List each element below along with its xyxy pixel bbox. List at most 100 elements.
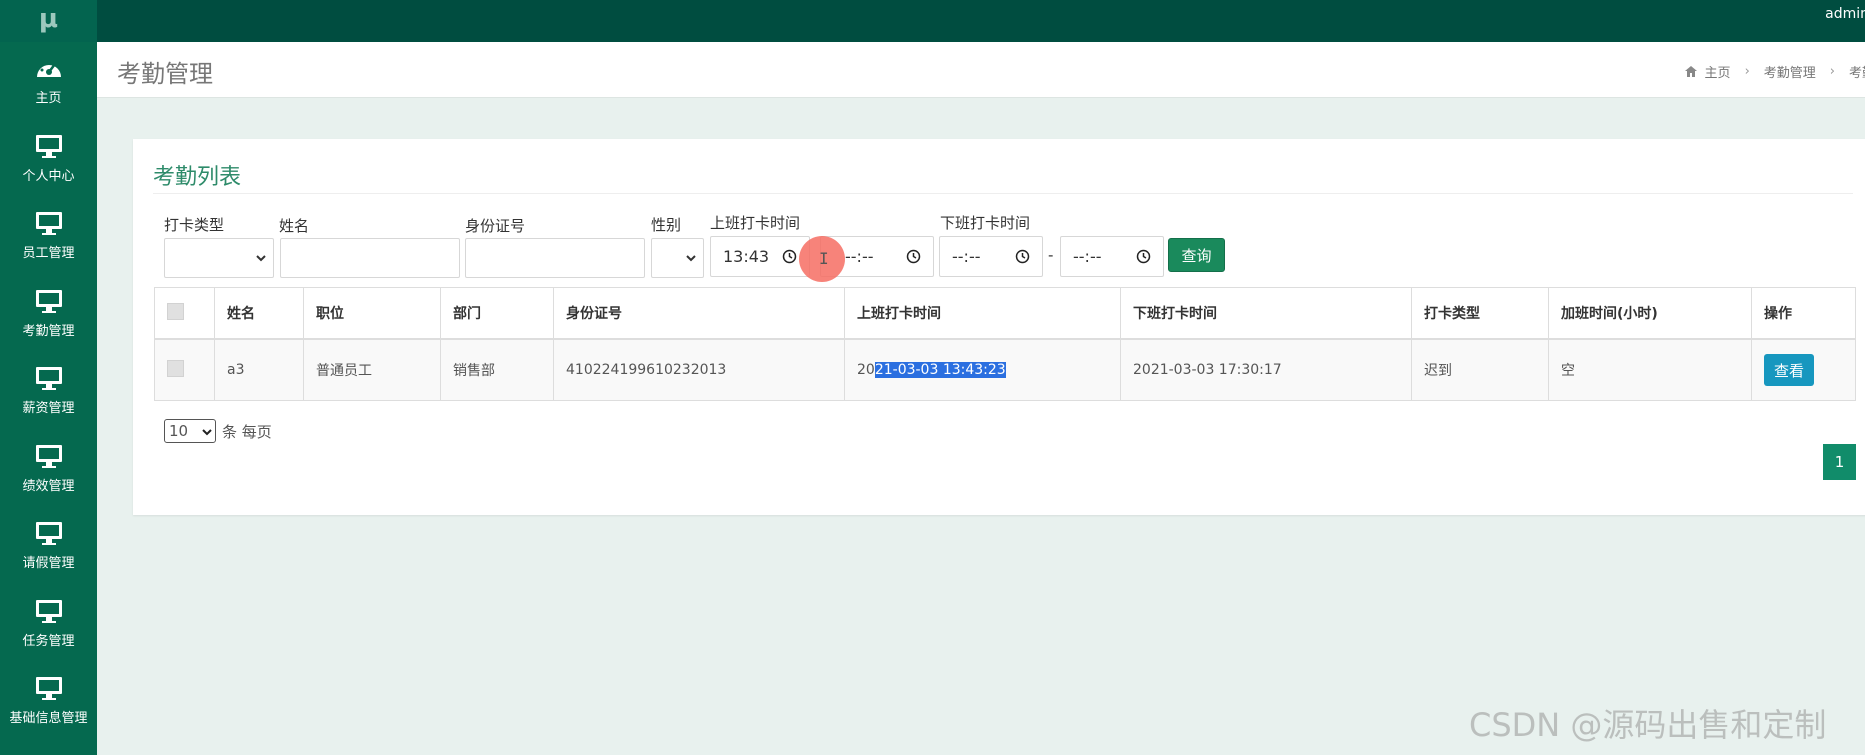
clock-out-end-input[interactable]: --:-- — [1060, 236, 1164, 277]
table-row: a3 普通员工 销售部 410224199610232013 2021-03-0… — [154, 338, 1856, 401]
column-header[interactable]: 打卡类型 — [1411, 287, 1549, 340]
attendance-table: 姓名 职位 部门 身份证号 上班打卡时间 下班打卡时间 打卡类型 加班时间(小时… — [154, 287, 1856, 401]
sidebar-item-performance[interactable]: 绩效管理 — [0, 430, 97, 508]
dashboard-icon — [36, 60, 61, 78]
sidebar-item-label: 薪资管理 — [22, 401, 75, 417]
monitor-icon — [35, 289, 62, 313]
monitor-icon — [35, 367, 62, 391]
column-header: 操作 — [1751, 287, 1856, 340]
select-all-cell — [154, 287, 215, 340]
sidebar-item-label: 员工管理 — [22, 246, 75, 262]
column-header[interactable]: 加班时间(小时) — [1548, 287, 1752, 340]
column-header[interactable]: 职位 — [303, 287, 441, 340]
column-header[interactable]: 部门 — [440, 287, 554, 340]
clock-icon — [906, 249, 921, 264]
sidebar-item-attendance[interactable]: 考勤管理 — [0, 275, 97, 353]
filter-clock-out-label: 下班打卡时间 — [940, 214, 1031, 232]
column-header[interactable]: 身份证号 — [553, 287, 845, 340]
cell-position: 普通员工 — [303, 338, 441, 401]
monitor-icon — [35, 677, 62, 701]
page-size-value: 10 — [169, 422, 189, 440]
sidebar-item-label: 主页 — [35, 91, 62, 107]
row-checkbox[interactable] — [167, 359, 184, 377]
range-dash: - — [1048, 246, 1054, 264]
panel-title: 考勤列表 — [153, 165, 242, 190]
monitor-icon — [35, 444, 62, 468]
breadcrumb-separator: › — [1829, 64, 1835, 79]
page-size-select[interactable]: 10 — [164, 419, 216, 443]
filter-id-label: 身份证号 — [465, 217, 526, 235]
cell-name: a3 — [214, 338, 304, 401]
breadcrumb-separator: › — [1744, 64, 1750, 79]
breadcrumb-home[interactable]: 主页 — [1705, 62, 1731, 81]
clock-icon — [1136, 249, 1151, 264]
sidebar-item-basic-info[interactable]: 基础信息管理 — [0, 662, 97, 740]
name-input[interactable] — [280, 238, 460, 278]
sidebar-item-label: 请假管理 — [22, 556, 75, 572]
clock-out-start-input[interactable]: --:-- — [939, 236, 1043, 277]
top-bar: μ admin — [0, 0, 1865, 42]
cell-id-number: 410224199610232013 — [553, 338, 845, 401]
cell-clock-in: 2021-03-03 13:43:23 — [844, 338, 1121, 401]
breadcrumb-current: 考勤 — [1848, 66, 1865, 81]
cell-overtime: 空 — [1548, 338, 1752, 401]
sidebar: 主页 个人中心 员工管理 考勤管理 薪资管理 绩效管理 请假管理 任务管理 基础… — [0, 42, 97, 755]
page-size-label: 条 每页 — [222, 422, 272, 441]
monitor-icon — [35, 599, 62, 623]
select-all-checkbox[interactable] — [167, 302, 184, 320]
clock-in-text: 20 — [857, 362, 875, 378]
sidebar-item-salary[interactable]: 薪资管理 — [0, 352, 97, 430]
user-name[interactable]: admin — [1825, 6, 1865, 22]
table-header-row: 姓名 职位 部门 身份证号 上班打卡时间 下班打卡时间 打卡类型 加班时间(小时… — [154, 287, 1856, 340]
page-button-current[interactable]: 1 — [1823, 444, 1856, 480]
sidebar-item-label: 个人中心 — [22, 168, 75, 184]
home-icon — [1684, 66, 1697, 77]
filter-name-label: 姓名 — [279, 217, 310, 235]
column-header[interactable]: 上班打卡时间 — [844, 287, 1121, 340]
page-title: 考勤管理 — [117, 60, 213, 88]
sidebar-item-label: 绩效管理 — [22, 478, 75, 494]
clock-in-start-input[interactable]: 13:43 — [710, 236, 810, 277]
cell-department: 销售部 — [440, 338, 554, 401]
page-header: 考勤管理 主页 › 考勤管理 › 考勤 — [97, 42, 1865, 98]
chevron-down-icon — [686, 255, 696, 262]
app-logo[interactable]: μ — [0, 0, 97, 42]
search-button[interactable]: 查询 — [1168, 238, 1225, 272]
breadcrumb-item[interactable]: 考勤管理 — [1764, 62, 1816, 81]
clock-icon — [782, 249, 797, 264]
view-button[interactable]: 查看 — [1764, 354, 1814, 386]
column-header[interactable]: 姓名 — [214, 287, 304, 340]
id-number-input[interactable] — [465, 238, 645, 278]
text-cursor-icon: I — [819, 249, 829, 268]
monitor-icon — [35, 212, 62, 236]
sidebar-item-label: 基础信息管理 — [9, 711, 88, 727]
filter-clock-in-label: 上班打卡时间 — [710, 214, 801, 232]
selected-text: 21-03-03 13:43:23 — [874, 362, 1006, 378]
sidebar-item-profile[interactable]: 个人中心 — [0, 120, 97, 198]
divider — [153, 193, 1853, 194]
cell-action: 查看 — [1751, 338, 1856, 401]
sidebar-item-label: 任务管理 — [22, 633, 75, 649]
column-header[interactable]: 下班打卡时间 — [1120, 287, 1412, 340]
sidebar-item-home[interactable]: 主页 — [0, 42, 97, 120]
page-size-control: 10 条 每页 — [164, 419, 272, 443]
sidebar-item-leave[interactable]: 请假管理 — [0, 507, 97, 585]
filter-type-label: 打卡类型 — [164, 216, 225, 234]
clock-in-start-value: 13:43 — [723, 247, 770, 266]
type-select[interactable] — [164, 238, 274, 278]
clock-out-end-value: --:-- — [1073, 247, 1102, 266]
sidebar-item-employees[interactable]: 员工管理 — [0, 197, 97, 275]
cell-type: 迟到 — [1411, 338, 1549, 401]
sidebar-item-tasks[interactable]: 任务管理 — [0, 585, 97, 663]
chevron-down-icon — [256, 255, 266, 262]
filter-gender-label: 性别 — [651, 216, 682, 234]
gender-select[interactable] — [651, 238, 704, 278]
row-select-cell — [154, 338, 215, 401]
breadcrumb: 主页 › 考勤管理 › 考勤 — [1684, 62, 1865, 81]
watermark: CSDN @源码出售和定制 — [1469, 706, 1827, 744]
cell-clock-out: 2021-03-03 17:30:17 — [1120, 338, 1412, 401]
sidebar-item-label: 考勤管理 — [22, 323, 75, 339]
clock-icon — [1015, 249, 1030, 264]
monitor-icon — [35, 134, 62, 158]
monitor-icon — [35, 522, 62, 546]
